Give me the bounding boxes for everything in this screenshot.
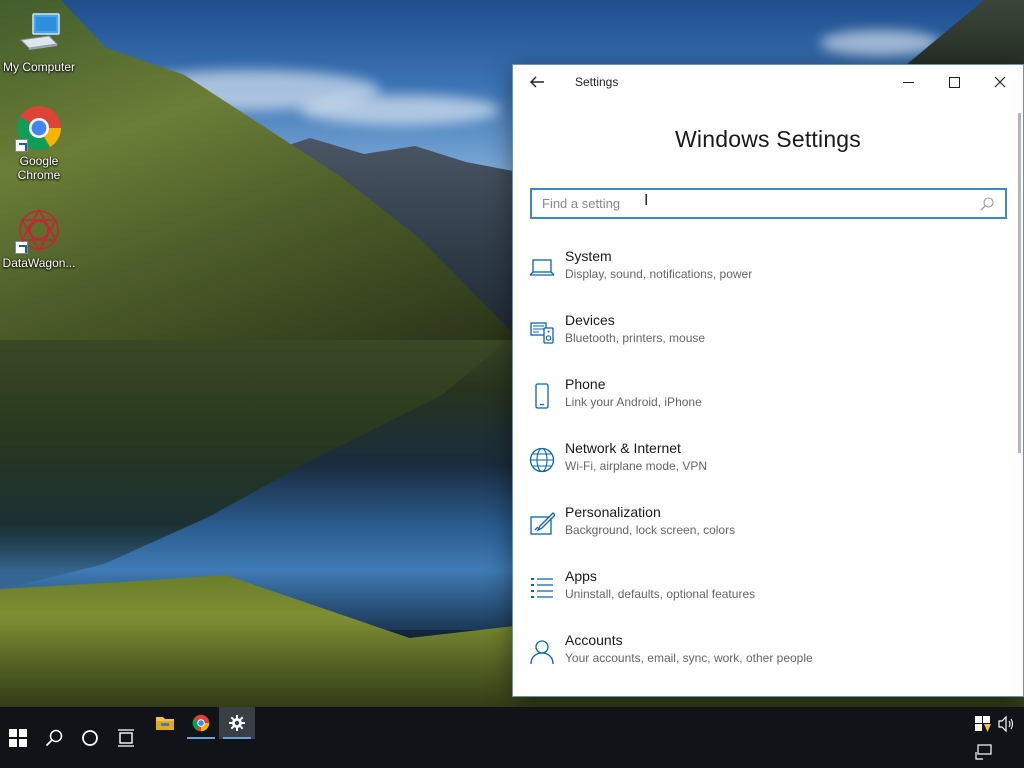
desktop-icon-google-chrome[interactable]: Google Chrome [0,104,78,182]
setting-title: Devices [565,312,615,328]
settings-category-list: System Display, sound, notifications, po… [513,241,1013,689]
start-icon [9,728,27,747]
search-input[interactable] [542,196,979,211]
text-cursor-icon: I [644,191,649,209]
laptop-icon [529,259,555,276]
task-view-icon [118,728,134,747]
setting-item-phone[interactable]: Phone Link your Android, iPhone [513,369,1013,433]
setting-subtitle: Bluetooth, printers, mouse [565,331,706,345]
back-button[interactable] [513,65,561,99]
desktop-icon-my-computer[interactable]: My Computer [0,10,78,74]
taskbar-file-explorer[interactable] [147,707,183,739]
setting-text: Devices Bluetooth, printers, mouse [565,311,705,347]
tray-network-button[interactable] [974,744,992,765]
start-button[interactable] [0,707,36,768]
taskbar-chrome[interactable] [183,707,219,739]
window-title: Settings [575,75,619,89]
setting-title: Accounts [565,632,623,648]
running-indicator [187,737,215,739]
setting-title: System [565,248,612,264]
setting-subtitle: Uninstall, defaults, optional features [565,587,756,601]
taskbar-search-button[interactable] [36,707,72,768]
title-bar[interactable]: Settings [513,65,1023,99]
close-icon [994,76,1006,88]
tray-security-button[interactable] [974,715,992,738]
devices-icon [530,322,554,344]
globe-icon [529,447,555,473]
chrome-icon [192,714,210,732]
network-icon [975,744,992,760]
tray-volume-button[interactable] [997,715,1015,738]
maximize-button[interactable] [931,65,977,99]
setting-item-network[interactable]: Network & Internet Wi-Fi, airplane mode,… [513,433,1013,497]
computer-icon [15,10,63,58]
desktop-icon-datawagon[interactable]: DataWagon... [0,206,78,270]
setting-title: Phone [565,376,606,392]
task-view-button[interactable] [108,707,144,768]
setting-text: Apps Uninstall, defaults, optional featu… [565,567,755,603]
taskbar [0,707,1024,768]
window-controls [885,65,1023,99]
setting-text: System Display, sound, notifications, po… [565,247,752,283]
running-indicator [223,737,251,739]
search-box[interactable] [530,188,1007,219]
paint-icon [530,512,555,535]
back-arrow-icon [530,76,544,88]
setting-subtitle: Background, lock screen, colors [565,523,736,537]
setting-text: Accounts Your accounts, email, sync, wor… [565,631,813,667]
shortcut-arrow-icon [15,139,28,152]
datawagon-icon [15,206,63,254]
minimize-icon [902,81,914,83]
person-icon [530,640,554,665]
setting-subtitle: Link your Android, iPhone [565,395,702,409]
setting-item-devices[interactable]: Devices Bluetooth, printers, mouse [513,305,1013,369]
cortana-icon [82,729,98,746]
file-explorer-icon [156,717,174,730]
page-heading: Windows Settings [675,126,861,152]
setting-item-system[interactable]: System Display, sound, notifications, po… [513,241,1013,305]
setting-text: Phone Link your Android, iPhone [565,375,702,411]
phone-icon [535,383,549,409]
setting-subtitle: Display, sound, notifications, power [565,267,753,281]
volume-icon [998,715,1014,733]
chrome-icon [15,104,63,152]
settings-gear-icon [229,715,245,731]
close-button[interactable] [977,65,1023,99]
setting-item-apps[interactable]: Apps Uninstall, defaults, optional featu… [513,561,1013,625]
taskbar-settings[interactable] [219,707,255,739]
scrollbar[interactable] [1018,113,1021,453]
desktop-icon-label: My Computer [2,60,76,74]
setting-title: Personalization [565,504,661,520]
desktop-icon-label: Google Chrome [17,154,61,182]
setting-text: Personalization Background, lock screen,… [565,503,735,539]
setting-text: Network & Internet Wi-Fi, airplane mode,… [565,439,707,475]
apps-list-icon [531,578,553,598]
setting-subtitle: Wi-Fi, airplane mode, VPN [565,459,708,473]
search-icon [45,729,63,746]
search-icon[interactable] [979,196,995,212]
setting-item-accounts[interactable]: Accounts Your accounts, email, sync, wor… [513,625,1013,689]
settings-window: Settings Windows Settings I [512,64,1024,697]
wallpaper-cloud [300,95,500,125]
shortcut-arrow-icon [15,241,28,254]
setting-item-personalization[interactable]: Personalization Background, lock screen,… [513,497,1013,561]
minimize-button[interactable] [885,65,931,99]
maximize-icon [948,76,960,88]
setting-subtitle: Your accounts, email, sync, work, other … [565,651,813,665]
cortana-button[interactable] [72,707,108,768]
security-shield-icon [975,716,991,732]
setting-title: Apps [565,568,597,584]
desktop-icon-label: DataWagon... [2,256,76,270]
setting-title: Network & Internet [565,440,681,456]
